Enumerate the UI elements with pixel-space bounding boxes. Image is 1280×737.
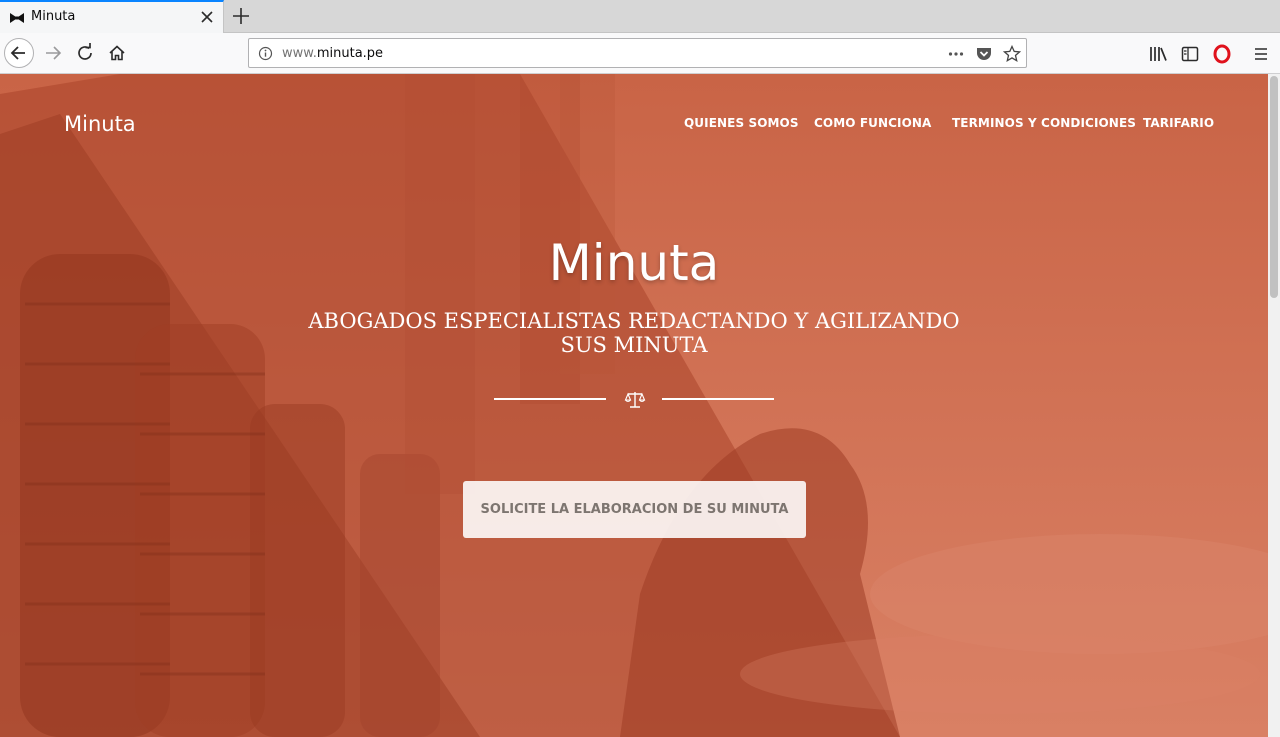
- url-bar[interactable]: www.minuta.pe: [248, 38, 1027, 68]
- nav-link-tarifario[interactable]: TARIFARIO: [1143, 116, 1214, 130]
- sidebar-icon[interactable]: [1180, 45, 1200, 63]
- close-tab-icon[interactable]: [199, 9, 215, 25]
- divider-line-right: [662, 398, 774, 400]
- info-icon[interactable]: [258, 46, 273, 61]
- divider-line-left: [494, 398, 606, 400]
- bowtie-icon: [10, 13, 24, 23]
- hero-subtitle: ABOGADOS ESPECIALISTAS REDACTANDO Y AGIL…: [308, 309, 960, 357]
- site-logo[interactable]: Minuta: [64, 112, 136, 136]
- reload-icon: [78, 43, 92, 60]
- hamburger-menu-icon[interactable]: [1251, 45, 1271, 63]
- url-host: minuta.pe: [316, 46, 384, 61]
- scrollbar-thumb[interactable]: [1270, 76, 1278, 298]
- request-minuta-button[interactable]: SOLICITE LA ELABORACION DE SU MINUTA: [463, 481, 806, 538]
- browser-tab[interactable]: Minuta: [0, 0, 224, 33]
- tab-strip: Minuta: [0, 0, 1280, 33]
- nav-link-terminos-y-condiciones[interactable]: TERMINOS Y CONDICIONES: [952, 116, 1136, 130]
- pocket-icon[interactable]: [975, 45, 993, 63]
- nav-link-como-funciona[interactable]: COMO FUNCIONA: [814, 116, 931, 130]
- arrow-right-icon: [46, 46, 62, 60]
- tab-title: Minuta: [31, 9, 76, 24]
- bookmark-star-icon[interactable]: [1003, 45, 1021, 63]
- home-icon: [109, 45, 125, 61]
- nav-link-quienes-somos[interactable]: QUIENES SOMOS: [684, 116, 799, 130]
- url-prefix: www.: [282, 46, 317, 61]
- new-tab-icon[interactable]: [231, 6, 251, 26]
- back-button[interactable]: [4, 38, 34, 68]
- balance-scale-icon: [624, 392, 646, 408]
- reload-button[interactable]: [70, 38, 100, 68]
- arrow-left-icon: [10, 46, 25, 60]
- page-actions-icon[interactable]: [947, 45, 965, 63]
- page-scrollbar[interactable]: [1268, 74, 1280, 737]
- library-icon[interactable]: [1148, 45, 1168, 63]
- hero-section: Minuta QUIENES SOMOS COMO FUNCIONA TERMI…: [0, 74, 1268, 737]
- forward-button[interactable]: [38, 38, 68, 68]
- navigation-toolbar: www.minuta.pe: [0, 33, 1280, 74]
- hero-title: Minuta: [548, 234, 720, 292]
- opera-extension-icon[interactable]: [1212, 44, 1232, 64]
- url-text[interactable]: www.minuta.pe: [282, 46, 383, 61]
- home-button[interactable]: [102, 38, 132, 68]
